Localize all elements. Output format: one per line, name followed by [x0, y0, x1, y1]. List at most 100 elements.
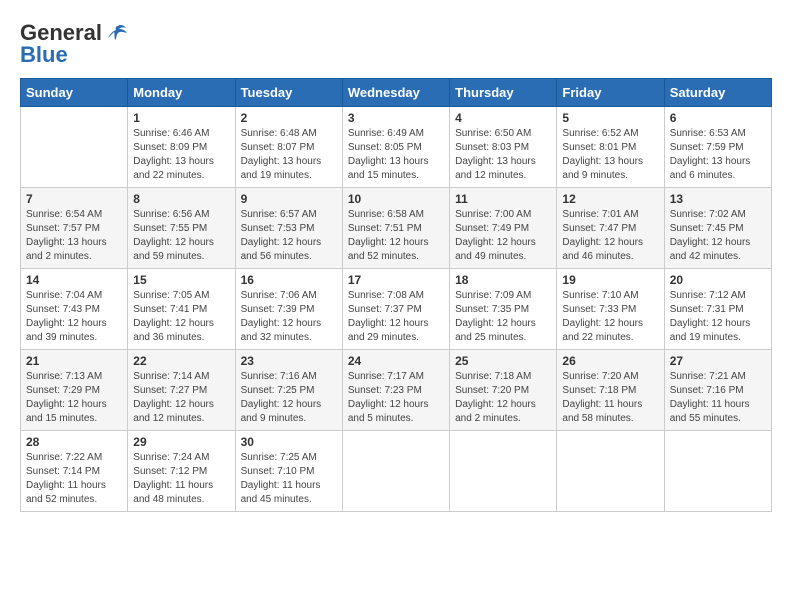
calendar-cell: 1 Sunrise: 6:46 AMSunset: 8:09 PMDaylight…: [128, 107, 235, 188]
calendar-cell: 2Sunrise: 6:48 AMSunset: 8:07 PMDaylight…: [235, 107, 342, 188]
col-header-wednesday: Wednesday: [342, 79, 449, 107]
day-info: Sunrise: 7:24 AMSunset: 7:12 PMDaylight:…: [133, 451, 229, 507]
day-info: Sunrise: 7:10 AMSunset: 7:33 PMDaylight:…: [562, 289, 658, 345]
day-number: 24: [348, 354, 444, 368]
day-number: 22: [133, 354, 229, 368]
col-header-thursday: Thursday: [450, 79, 557, 107]
calendar-cell: 23 Sunrise: 7:16 AMSunset: 7:25 PMDayligh…: [235, 350, 342, 431]
calendar-week-row: 28 Sunrise: 7:22 AMSunset: 7:14 PMDayligh…: [21, 431, 772, 512]
day-number: 23: [241, 354, 337, 368]
day-info: Sunrise: 7:02 AMSunset: 7:45 PMDaylight:…: [670, 208, 766, 264]
day-info: Sunrise: 7:12 AMSunset: 7:31 PMDaylight:…: [670, 289, 766, 345]
day-info: Sunrise: 7:00 AMSunset: 7:49 PMDaylight:…: [455, 208, 551, 264]
calendar-cell: 19 Sunrise: 7:10 AMSunset: 7:33 PMDayligh…: [557, 269, 664, 350]
day-number: 16: [241, 273, 337, 287]
calendar-cell: [21, 107, 128, 188]
calendar-cell: 20 Sunrise: 7:12 AMSunset: 7:31 PMDayligh…: [664, 269, 771, 350]
day-info: Sunrise: 6:50 AMSunset: 8:03 PMDaylight:…: [455, 127, 551, 183]
day-info: Sunrise: 7:14 AMSunset: 7:27 PMDaylight:…: [133, 370, 229, 426]
day-number: 3: [348, 111, 444, 125]
day-info: Sunrise: 6:57 AMSunset: 7:53 PMDaylight:…: [241, 208, 337, 264]
calendar-week-row: 21 Sunrise: 7:13 AMSunset: 7:29 PMDayligh…: [21, 350, 772, 431]
calendar-cell: 26 Sunrise: 7:20 AMSunset: 7:18 PMDayligh…: [557, 350, 664, 431]
day-number: 14: [26, 273, 122, 287]
day-number: 26: [562, 354, 658, 368]
calendar-header-row: SundayMondayTuesdayWednesdayThursdayFrid…: [21, 79, 772, 107]
day-number: 17: [348, 273, 444, 287]
calendar-cell: 30 Sunrise: 7:25 AMSunset: 7:10 PMDayligh…: [235, 431, 342, 512]
day-number: 8: [133, 192, 229, 206]
calendar-cell: 9 Sunrise: 6:57 AMSunset: 7:53 PMDaylight…: [235, 188, 342, 269]
day-info: Sunrise: 7:17 AMSunset: 7:23 PMDaylight:…: [348, 370, 444, 426]
calendar-cell: [664, 431, 771, 512]
day-info: Sunrise: 6:52 AMSunset: 8:01 PMDaylight:…: [562, 127, 658, 183]
calendar-cell: 13 Sunrise: 7:02 AMSunset: 7:45 PMDayligh…: [664, 188, 771, 269]
day-number: 19: [562, 273, 658, 287]
day-info: Sunrise: 7:09 AMSunset: 7:35 PMDaylight:…: [455, 289, 551, 345]
day-number: 28: [26, 435, 122, 449]
day-number: 15: [133, 273, 229, 287]
day-number: 4: [455, 111, 551, 125]
logo-bird-icon: [106, 24, 128, 42]
page-header: General Blue: [20, 20, 772, 68]
day-info: Sunrise: 7:01 AMSunset: 7:47 PMDaylight:…: [562, 208, 658, 264]
calendar-cell: 25 Sunrise: 7:18 AMSunset: 7:20 PMDayligh…: [450, 350, 557, 431]
calendar-cell: 3 Sunrise: 6:49 AMSunset: 8:05 PMDaylight…: [342, 107, 449, 188]
day-number: 12: [562, 192, 658, 206]
day-number: 30: [241, 435, 337, 449]
day-number: 21: [26, 354, 122, 368]
day-info: Sunrise: 7:04 AMSunset: 7:43 PMDaylight:…: [26, 289, 122, 345]
day-info: Sunrise: 7:06 AMSunset: 7:39 PMDaylight:…: [241, 289, 337, 345]
day-info: Sunrise: 6:49 AMSunset: 8:05 PMDaylight:…: [348, 127, 444, 183]
calendar-cell: 16 Sunrise: 7:06 AMSunset: 7:39 PMDayligh…: [235, 269, 342, 350]
day-number: 11: [455, 192, 551, 206]
day-number: 25: [455, 354, 551, 368]
day-info: Sunrise: 7:05 AMSunset: 7:41 PMDaylight:…: [133, 289, 229, 345]
day-number: 18: [455, 273, 551, 287]
col-header-friday: Friday: [557, 79, 664, 107]
calendar-cell: 27Sunrise: 7:21 AMSunset: 7:16 PMDayligh…: [664, 350, 771, 431]
col-header-sunday: Sunday: [21, 79, 128, 107]
day-info: Sunrise: 7:08 AMSunset: 7:37 PMDaylight:…: [348, 289, 444, 345]
calendar-cell: 17 Sunrise: 7:08 AMSunset: 7:37 PMDayligh…: [342, 269, 449, 350]
calendar-cell: 6Sunrise: 6:53 AMSunset: 7:59 PMDaylight…: [664, 107, 771, 188]
day-info: Sunrise: 7:13 AMSunset: 7:29 PMDaylight:…: [26, 370, 122, 426]
calendar-cell: 24 Sunrise: 7:17 AMSunset: 7:23 PMDayligh…: [342, 350, 449, 431]
calendar-cell: 7Sunrise: 6:54 AMSunset: 7:57 PMDaylight…: [21, 188, 128, 269]
day-info: Sunrise: 6:53 AMSunset: 7:59 PMDaylight:…: [670, 127, 766, 183]
day-number: 20: [670, 273, 766, 287]
calendar-week-row: 14 Sunrise: 7:04 AMSunset: 7:43 PMDayligh…: [21, 269, 772, 350]
calendar-cell: [450, 431, 557, 512]
col-header-saturday: Saturday: [664, 79, 771, 107]
calendar-cell: 21 Sunrise: 7:13 AMSunset: 7:29 PMDayligh…: [21, 350, 128, 431]
col-header-tuesday: Tuesday: [235, 79, 342, 107]
day-number: 13: [670, 192, 766, 206]
calendar-cell: 10 Sunrise: 6:58 AMSunset: 7:51 PMDayligh…: [342, 188, 449, 269]
day-number: 10: [348, 192, 444, 206]
calendar-cell: 28 Sunrise: 7:22 AMSunset: 7:14 PMDayligh…: [21, 431, 128, 512]
day-number: 1: [133, 111, 229, 125]
logo: General Blue: [20, 20, 128, 68]
day-number: 27: [670, 354, 766, 368]
calendar-week-row: 1 Sunrise: 6:46 AMSunset: 8:09 PMDaylight…: [21, 107, 772, 188]
calendar-cell: 14 Sunrise: 7:04 AMSunset: 7:43 PMDayligh…: [21, 269, 128, 350]
day-info: Sunrise: 6:46 AMSunset: 8:09 PMDaylight:…: [133, 127, 229, 183]
calendar-cell: [557, 431, 664, 512]
day-info: Sunrise: 7:16 AMSunset: 7:25 PMDaylight:…: [241, 370, 337, 426]
calendar-cell: 15 Sunrise: 7:05 AMSunset: 7:41 PMDayligh…: [128, 269, 235, 350]
day-info: Sunrise: 7:22 AMSunset: 7:14 PMDaylight:…: [26, 451, 122, 507]
day-number: 9: [241, 192, 337, 206]
day-info: Sunrise: 7:18 AMSunset: 7:20 PMDaylight:…: [455, 370, 551, 426]
day-number: 29: [133, 435, 229, 449]
logo-blue: Blue: [20, 42, 68, 68]
calendar-cell: [342, 431, 449, 512]
col-header-monday: Monday: [128, 79, 235, 107]
calendar-cell: 8 Sunrise: 6:56 AMSunset: 7:55 PMDaylight…: [128, 188, 235, 269]
day-info: Sunrise: 7:20 AMSunset: 7:18 PMDaylight:…: [562, 370, 658, 426]
day-info: Sunrise: 7:25 AMSunset: 7:10 PMDaylight:…: [241, 451, 337, 507]
day-number: 7: [26, 192, 122, 206]
day-info: Sunrise: 6:48 AMSunset: 8:07 PMDaylight:…: [241, 127, 337, 183]
day-info: Sunrise: 6:56 AMSunset: 7:55 PMDaylight:…: [133, 208, 229, 264]
calendar-cell: 4 Sunrise: 6:50 AMSunset: 8:03 PMDaylight…: [450, 107, 557, 188]
day-info: Sunrise: 6:58 AMSunset: 7:51 PMDaylight:…: [348, 208, 444, 264]
